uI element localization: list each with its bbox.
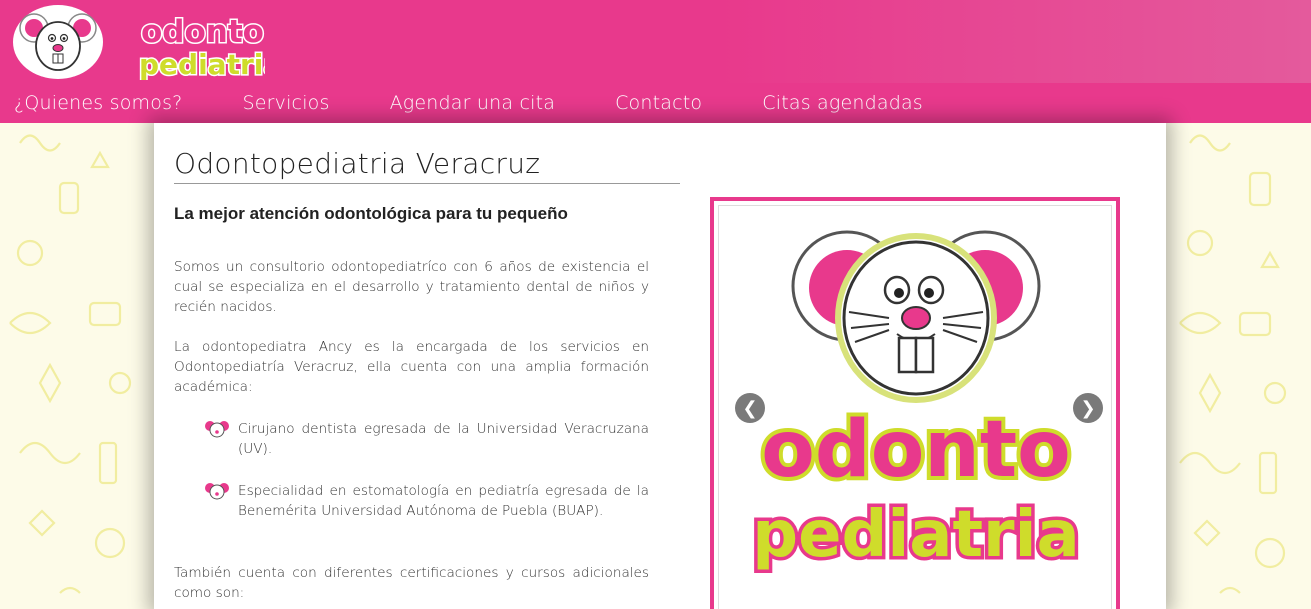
- list-item: Especialidad en estomatología en pediatr…: [205, 481, 649, 521]
- slider-prev-button[interactable]: ❮: [735, 393, 765, 423]
- doctor-paragraph: La odontopediatra Ancy es la encargada d…: [174, 339, 649, 395]
- certifications-paragraph: También cuenta con diferentes certificac…: [174, 565, 649, 601]
- svg-text:pediatria: pediatria: [139, 48, 265, 80]
- nav-item-servicios[interactable]: Servicios: [242, 92, 329, 114]
- site-header: odonto pediatria: [0, 0, 1311, 83]
- svg-text:pediatria: pediatria: [752, 498, 1079, 572]
- list-item: Cirujano dentista egresada de la Univers…: [205, 419, 649, 459]
- nav-item-citas-agendadas[interactable]: Citas agendadas: [762, 92, 923, 114]
- list-item-text: Especialidad en estomatología en pediatr…: [238, 483, 649, 519]
- mouse-bullet-icon: [205, 421, 229, 438]
- svg-text:odonto: odonto: [141, 14, 264, 50]
- svg-text:odonto: odonto: [761, 405, 1070, 495]
- mouse-mascot-icon[interactable]: [12, 4, 104, 80]
- slider-next-button[interactable]: ❯: [1073, 393, 1103, 423]
- odonto-pediatria-logo[interactable]: odonto pediatria: [135, 8, 266, 81]
- slide: odonto pediatria ❮ ❯: [718, 205, 1112, 609]
- nav-item-contacto[interactable]: Contacto: [615, 92, 702, 114]
- intro-paragraph: Somos un consultorio odontopediatríco co…: [174, 259, 649, 315]
- nav-item-quienes-somos[interactable]: ¿Quienes somos?: [14, 92, 182, 114]
- mouse-bullet-icon: [205, 483, 229, 500]
- image-slider[interactable]: odonto pediatria ❮ ❯: [710, 197, 1120, 609]
- list-item-text: Cirujano dentista egresada de la Univers…: [238, 421, 649, 457]
- page-title: Odontopediatria Veracruz: [174, 147, 680, 184]
- nav-item-agendar-cita[interactable]: Agendar una cita: [390, 92, 555, 114]
- page-subtitle: La mejor atención odontológica para tu p…: [174, 204, 568, 223]
- odontopediatria-logo-image: odonto pediatria: [749, 230, 1083, 576]
- content-card: Odontopediatria Veracruz La mejor atenci…: [154, 123, 1166, 609]
- main-nav: ¿Quienes somos? Servicios Agendar una ci…: [0, 83, 1311, 123]
